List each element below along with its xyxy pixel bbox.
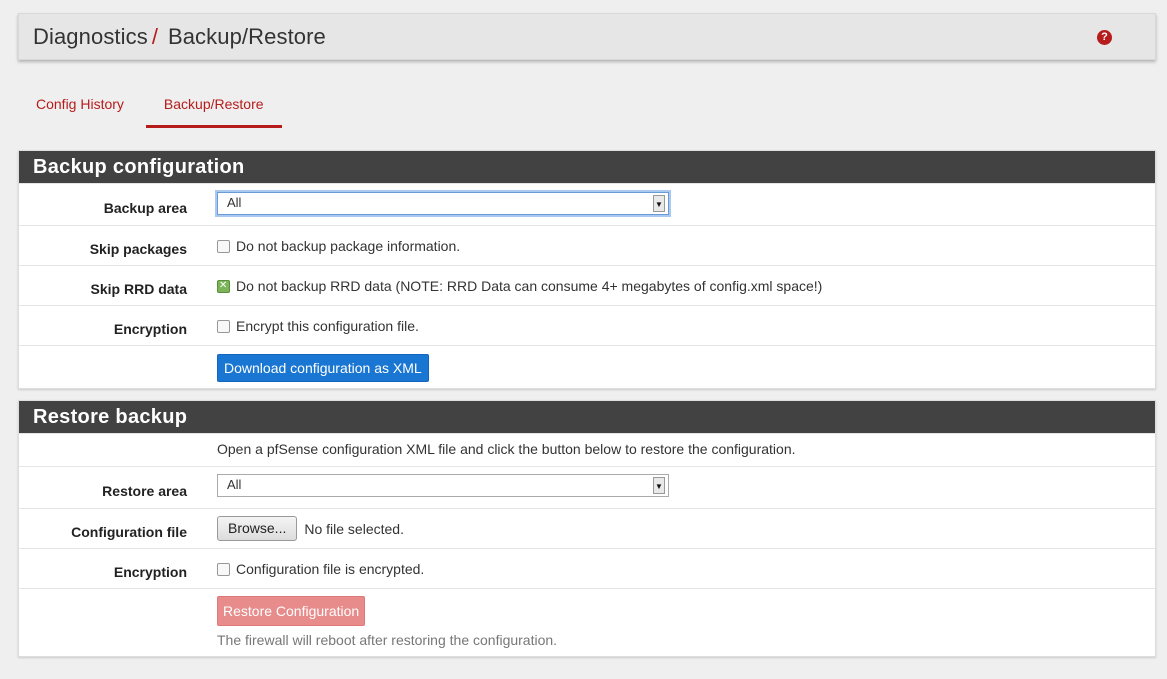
skip-packages-label: Skip packages — [89, 240, 187, 257]
backup-area-select[interactable]: All ▼ — [217, 192, 669, 215]
browse-button[interactable]: Browse... — [217, 516, 298, 541]
restore-config-button[interactable]: Restore Configuration — [217, 596, 366, 626]
skip-packages-text: Do not backup package information. — [236, 238, 461, 254]
chevron-down-icon: ▼ — [653, 195, 665, 212]
config-encrypted-text: Configuration file is encrypted. — [236, 561, 425, 577]
restore-encryption-label: Encryption — [113, 563, 187, 580]
tab-backup-restore[interactable]: Backup/Restore — [145, 84, 282, 128]
skip-rrd-row: Skip RRD data Do not backup RRD data (NO… — [19, 265, 1155, 305]
config-file-row: Configuration file Browse... No file sel… — [19, 508, 1155, 548]
file-status-text: No file selected. — [304, 520, 404, 537]
breadcrumb-separator: / — [151, 23, 158, 49]
backup-encryption-row: Encryption Encrypt this configuration fi… — [19, 305, 1155, 345]
question-circle-icon[interactable]: ? — [1097, 30, 1112, 45]
restore-area-select[interactable]: All ▼ — [217, 474, 669, 497]
backup-area-value: All — [227, 195, 242, 210]
reboot-note: The firewall will reboot after restoring… — [217, 632, 558, 648]
backup-panel: Backup configuration Backup area All ▼ S… — [18, 150, 1156, 389]
download-config-button[interactable]: Download configuration as XML — [217, 354, 429, 382]
restore-action-row: Restore Configuration The firewall will … — [19, 588, 1155, 656]
download-row: Download configuration as XML — [19, 345, 1155, 389]
tab-config-history[interactable]: Config History — [18, 84, 142, 128]
skip-rrd-text: Do not backup RRD data (NOTE: RRD Data c… — [236, 278, 823, 294]
config-encrypted-checkbox[interactable] — [217, 562, 230, 576]
backup-panel-title: Backup configuration — [19, 151, 1155, 183]
skip-packages-row: Skip packages Do not backup package info… — [19, 225, 1155, 265]
backup-encryption-label: Encryption — [113, 320, 187, 337]
restore-area-value: All — [227, 477, 242, 492]
config-file-label: Configuration file — [71, 523, 187, 540]
restore-panel: Restore backup Open a pfSense configurat… — [18, 400, 1156, 657]
restore-area-label: Restore area — [102, 482, 187, 499]
skip-rrd-checkbox[interactable] — [217, 279, 230, 293]
tab-bar: Config History Backup/Restore — [18, 84, 282, 130]
encrypt-config-text: Encrypt this configuration file. — [236, 318, 419, 334]
breadcrumb-parent[interactable]: Diagnostics — [33, 24, 148, 50]
page-header: Diagnostics / Backup/Restore ? — [18, 13, 1156, 60]
page-title: Backup/Restore — [167, 23, 326, 49]
restore-area-row: Restore area All ▼ — [19, 466, 1155, 508]
skip-rrd-label: Skip RRD data — [90, 280, 187, 297]
restore-intro-row: Open a pfSense configuration XML file an… — [19, 433, 1155, 466]
chevron-down-icon: ▼ — [653, 477, 665, 494]
restore-panel-title: Restore backup — [19, 401, 1155, 433]
restore-encryption-row: Encryption Configuration file is encrypt… — [19, 548, 1155, 588]
restore-intro-text: Open a pfSense configuration XML file an… — [217, 441, 796, 457]
backup-area-row: Backup area All ▼ — [19, 183, 1155, 225]
backup-area-label: Backup area — [103, 199, 187, 216]
skip-packages-checkbox[interactable] — [217, 239, 230, 253]
encrypt-config-checkbox[interactable] — [217, 319, 230, 333]
